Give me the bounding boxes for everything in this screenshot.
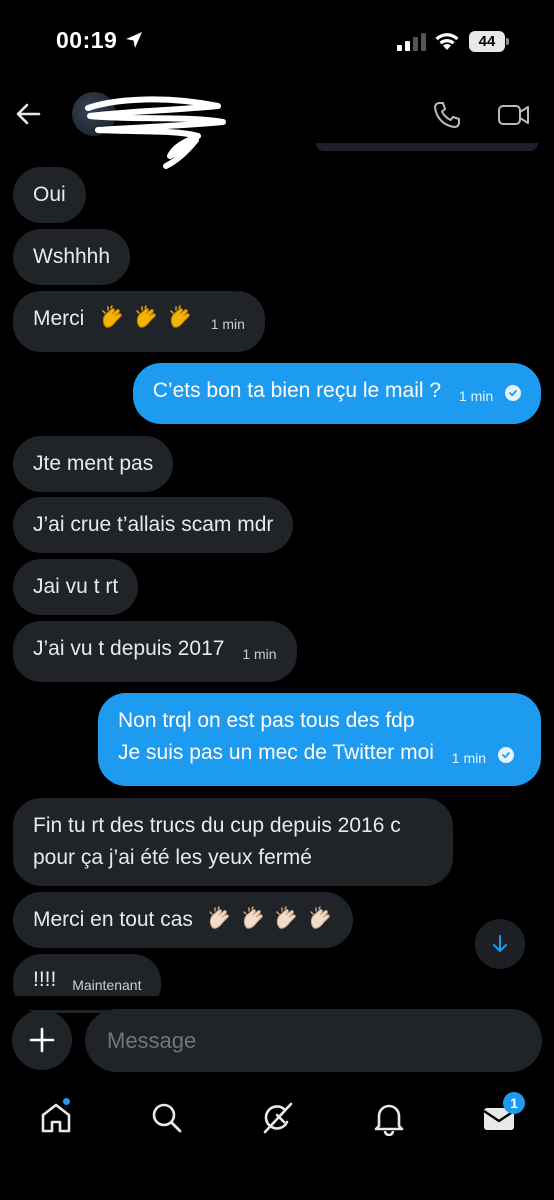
seen-check-icon <box>497 747 514 763</box>
add-attachment-button[interactable] <box>12 1010 72 1070</box>
message-incoming[interactable]: Wshhhh <box>13 229 131 285</box>
search-icon <box>152 1103 182 1133</box>
conversation-header <box>0 84 554 169</box>
plus-icon <box>29 1027 55 1053</box>
message-text-line: Non trql on est pas tous des fdp <box>118 709 415 732</box>
seen-check-icon <box>505 385 521 401</box>
clapping-hands-light-emoji <box>207 906 232 931</box>
message-text: Merci en tout cas <box>33 908 193 931</box>
message-text: Jai vu t rt <box>33 575 119 598</box>
clapping-hands-emoji <box>168 305 193 330</box>
composer-divider <box>0 996 554 1010</box>
arrow-down-icon <box>493 935 507 952</box>
message-incoming[interactable]: Jai vu t rt <box>13 559 139 615</box>
nav-notifications[interactable] <box>371 1100 407 1137</box>
phone-call-icon[interactable] <box>432 100 462 130</box>
video-call-icon[interactable] <box>497 100 531 130</box>
message-text-line: Fin tu rt des trucs du cup depuis 2016 c <box>33 814 401 837</box>
scroll-to-bottom-button[interactable] <box>475 919 525 969</box>
back-arrow-icon[interactable] <box>14 100 42 128</box>
wifi-icon <box>435 33 459 50</box>
message-text: Wshhhh <box>33 245 111 268</box>
pinned-banner-edge <box>316 143 538 151</box>
redacted-name-scribble <box>85 96 226 169</box>
message-incoming[interactable]: Merci 1 min <box>13 291 265 352</box>
message-outgoing[interactable]: Non trql on est pas tous des fdp Je suis… <box>98 693 541 786</box>
message-text: Merci <box>33 307 85 330</box>
message-incoming[interactable]: Fin tu rt des trucs du cup depuis 2016 c… <box>13 798 453 886</box>
battery-level: 44 <box>478 33 496 50</box>
clapping-hands-emoji <box>134 305 159 330</box>
signal-icon <box>397 33 426 51</box>
message-text: C’ets bon ta bien reçu le mail ? <box>152 379 442 402</box>
message-incoming[interactable]: Jte ment pas <box>13 436 174 492</box>
message-text-line: pour ça j’ai été les yeux fermé <box>33 846 312 869</box>
grok-icon <box>263 1102 293 1134</box>
message-timestamp: 1 min <box>210 316 245 332</box>
message-timestamp: Maintenant <box>72 977 142 993</box>
message-incoming[interactable]: J’ai vu t depuis 2017 1 min <box>13 621 297 682</box>
message-timestamp: 1 min <box>458 388 494 404</box>
message-text: Oui <box>33 183 66 206</box>
message-timestamp: 1 min <box>451 750 486 766</box>
battery-icon: 44 <box>469 31 509 52</box>
clapping-hands-emoji <box>100 305 125 330</box>
message-incoming[interactable]: Merci en tout cas <box>13 892 354 948</box>
nav-home[interactable] <box>38 1097 74 1136</box>
clapping-hands-light-emoji <box>274 906 299 931</box>
messages-unread-badge: 1 <box>503 1092 525 1114</box>
message-input[interactable] <box>85 1009 542 1072</box>
message-outgoing[interactable]: C’ets bon ta bien reçu le mail ? 1 min <box>132 363 541 424</box>
message-text-line: Je suis pas un mec de Twitter moi <box>118 741 434 764</box>
status-bar: 00:19 44 <box>0 0 554 84</box>
status-time: 00:19 <box>56 27 118 53</box>
message-timestamp: 1 min <box>242 646 277 662</box>
nav-messages[interactable]: 1 <box>481 1092 525 1136</box>
message-text: Jte ment pas <box>33 452 154 475</box>
bottom-navigation: 1 <box>0 1082 554 1200</box>
message-text: J’ai vu t depuis 2017 <box>33 637 225 660</box>
home-new-dot <box>62 1097 71 1106</box>
clapping-hands-light-emoji <box>308 906 333 931</box>
location-arrow-icon <box>126 32 142 48</box>
message-incoming[interactable]: Oui <box>13 167 86 223</box>
message-text: !!!! <box>33 968 57 991</box>
message-incoming[interactable]: J’ai crue t’allais scam mdr <box>13 497 294 553</box>
message-text: J’ai crue t’allais scam mdr <box>33 513 274 536</box>
notifications-icon <box>374 1104 404 1137</box>
clapping-hands-light-emoji <box>241 906 266 931</box>
nav-grok[interactable] <box>260 1100 296 1136</box>
nav-search[interactable] <box>149 1100 185 1136</box>
